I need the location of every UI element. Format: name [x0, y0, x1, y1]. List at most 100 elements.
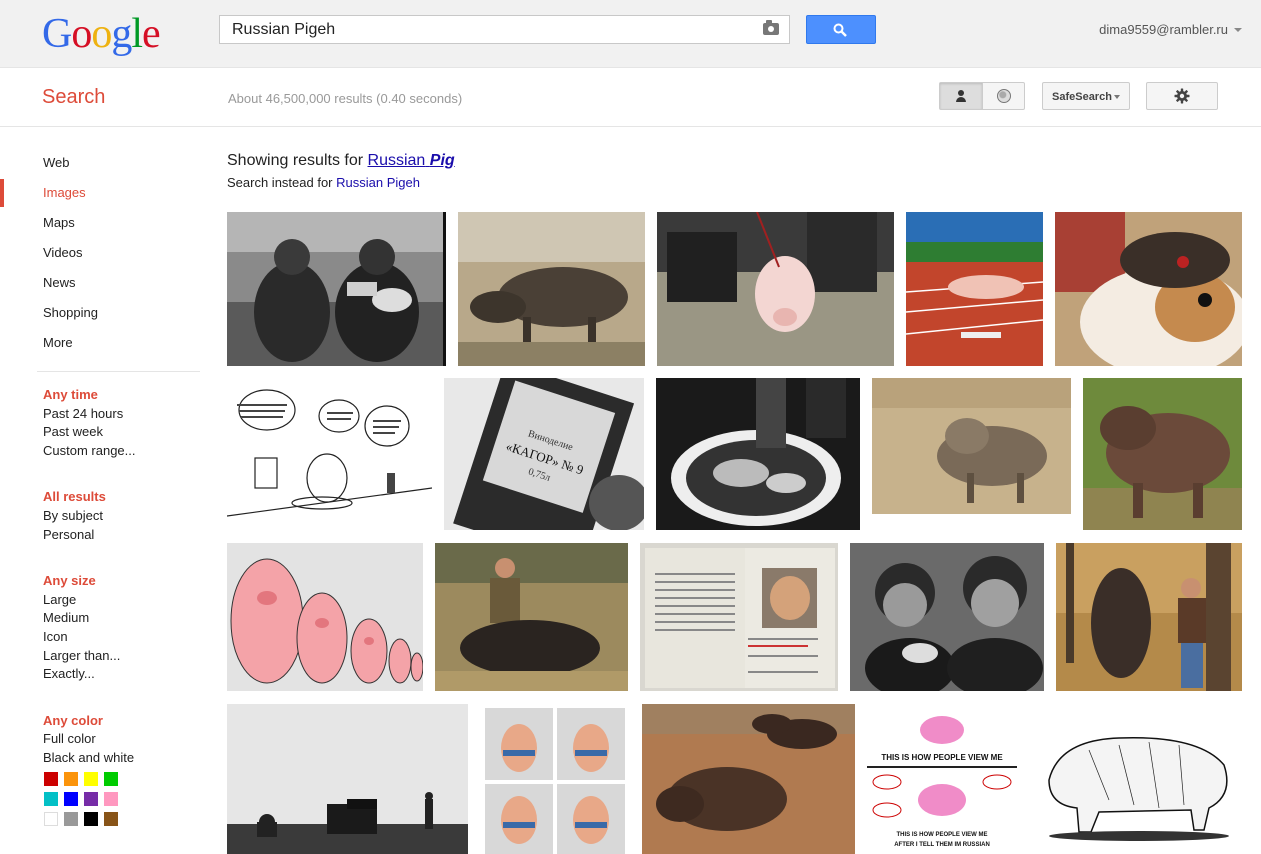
tool-by-subject[interactable]: By subject	[43, 508, 103, 523]
nav-videos[interactable]: Videos	[43, 245, 83, 260]
tool-any-size[interactable]: Any size	[43, 573, 96, 588]
user-account[interactable]: dima9559@rambler.ru	[1099, 22, 1228, 37]
pig-engraving-image	[1029, 720, 1242, 844]
hunter-boar-image	[435, 543, 628, 691]
tool-any-color[interactable]: Any color	[43, 713, 103, 728]
tool-all-results[interactable]: All results	[43, 489, 106, 504]
instead-prefix: Search instead for	[227, 175, 333, 190]
image-result[interactable]: THIS IS HOW PEOPLE VIEW ME THIS IS HOW P…	[867, 710, 1017, 854]
image-result[interactable]	[850, 543, 1044, 691]
man-boar-image	[1056, 543, 1242, 691]
sub-bar: Search About 46,500,000 results (0.40 se…	[0, 68, 1261, 127]
personal-results-button[interactable]	[940, 83, 983, 109]
field-cannon-image	[227, 704, 468, 854]
corrected-word: Russian	[367, 152, 426, 169]
safesearch-label: SafeSearch	[1052, 91, 1112, 103]
color-swatch[interactable]	[84, 792, 98, 806]
meme-caption-bottom-2: AFTER I TELL THEM IM RUSSIAN	[894, 842, 990, 848]
gear-icon	[1174, 88, 1190, 104]
tank-crew-image	[850, 543, 1044, 691]
nav-news[interactable]: News	[43, 275, 76, 290]
search-instead: Search instead for Russian Pigeh	[227, 175, 420, 190]
original-query-link[interactable]: Russian Pigeh	[336, 175, 420, 190]
spelling-correction: Showing results for Russian Pig	[227, 152, 455, 170]
boars-dirt-image	[642, 704, 855, 854]
color-swatch[interactable]	[64, 812, 78, 826]
image-result[interactable]	[642, 704, 855, 854]
divider	[37, 371, 200, 372]
camera-icon[interactable]	[763, 20, 779, 35]
meme-caption-top: THIS IS HOW PEOPLE VIEW ME	[881, 753, 1003, 762]
color-swatch[interactable]	[44, 792, 58, 806]
image-result[interactable]: Виноделие «КАГОР» № 9 0,75л	[444, 378, 644, 530]
pig-on-leash-image	[657, 212, 894, 366]
hands-hatch-image	[656, 378, 860, 530]
color-swatch[interactable]	[44, 772, 58, 786]
image-result[interactable]	[227, 543, 423, 691]
guinea-pig-hat-image	[1055, 212, 1242, 366]
search-box[interactable]	[219, 15, 790, 44]
corrected-emph-word: Pig	[429, 152, 455, 169]
color-swatch[interactable]	[104, 772, 118, 786]
color-swatch[interactable]	[104, 792, 118, 806]
image-result[interactable]	[435, 543, 628, 691]
pig-meme-image: THIS IS HOW PEOPLE VIEW ME THIS IS HOW P…	[867, 710, 1017, 854]
tool-custom-range[interactable]: Custom range...	[43, 443, 136, 458]
correction-prefix: Showing results for	[227, 152, 364, 169]
corrected-query-link[interactable]: Russian Pig	[368, 152, 455, 169]
color-swatch[interactable]	[104, 812, 118, 826]
bottle-image: Виноделие «КАГОР» № 9 0,75л	[444, 378, 644, 530]
image-result[interactable]	[1056, 543, 1242, 691]
color-swatch[interactable]	[84, 772, 98, 786]
nav-web[interactable]: Web	[43, 155, 70, 170]
global-results-button[interactable]	[983, 83, 1025, 109]
warthog-image	[1083, 378, 1242, 530]
meme-caption-bottom-1: THIS IS HOW PEOPLE VIEW ME	[896, 832, 987, 838]
boar-stock-image	[872, 378, 1071, 524]
tool-any-time[interactable]: Any time	[43, 387, 98, 402]
image-result[interactable]	[227, 704, 468, 854]
soldiers-pig-image	[227, 212, 446, 366]
nav-images[interactable]: Images	[43, 185, 86, 200]
image-result[interactable]	[485, 708, 625, 854]
color-swatch[interactable]	[64, 792, 78, 806]
tool-size-larger-than[interactable]: Larger than...	[43, 648, 120, 663]
nav-maps[interactable]: Maps	[43, 215, 75, 230]
image-result[interactable]	[640, 543, 838, 691]
tool-personal[interactable]: Personal	[43, 527, 94, 542]
top-bar: Google dima9559@rambler.ru	[0, 0, 1261, 68]
nav-shopping[interactable]: Shopping	[43, 305, 98, 320]
tool-past-week[interactable]: Past week	[43, 424, 103, 439]
image-result[interactable]	[906, 212, 1043, 366]
image-result[interactable]	[1029, 720, 1242, 844]
tool-size-exactly[interactable]: Exactly...	[43, 666, 95, 681]
chevron-down-icon[interactable]	[1234, 28, 1242, 32]
color-swatch[interactable]	[84, 812, 98, 826]
safesearch-button[interactable]: SafeSearch	[1042, 82, 1130, 110]
tool-size-medium[interactable]: Medium	[43, 610, 89, 625]
image-result[interactable]	[656, 378, 860, 530]
search-input[interactable]	[230, 20, 754, 40]
image-result[interactable]	[1055, 212, 1242, 366]
color-swatch[interactable]	[44, 812, 58, 826]
person-icon	[956, 90, 966, 102]
image-result[interactable]	[1083, 378, 1242, 530]
image-result[interactable]	[227, 212, 446, 366]
image-result[interactable]	[227, 378, 432, 530]
image-result[interactable]	[872, 378, 1071, 524]
tool-size-icon[interactable]: Icon	[43, 629, 68, 644]
tool-full-color[interactable]: Full color	[43, 731, 96, 746]
color-swatch[interactable]	[64, 772, 78, 786]
image-result[interactable]	[657, 212, 894, 366]
pig-matryoshka-image	[227, 543, 423, 691]
google-logo[interactable]: Google	[42, 10, 161, 58]
tool-size-large[interactable]: Large	[43, 592, 76, 607]
search-button[interactable]	[806, 15, 876, 44]
nav-more[interactable]: More	[43, 335, 73, 350]
personal-toggle	[939, 82, 1025, 110]
result-stats: About 46,500,000 results (0.40 seconds)	[228, 91, 463, 106]
tool-past-24-hours[interactable]: Past 24 hours	[43, 406, 123, 421]
settings-button[interactable]	[1146, 82, 1218, 110]
image-result[interactable]	[458, 212, 645, 366]
tool-black-and-white[interactable]: Black and white	[43, 750, 134, 765]
